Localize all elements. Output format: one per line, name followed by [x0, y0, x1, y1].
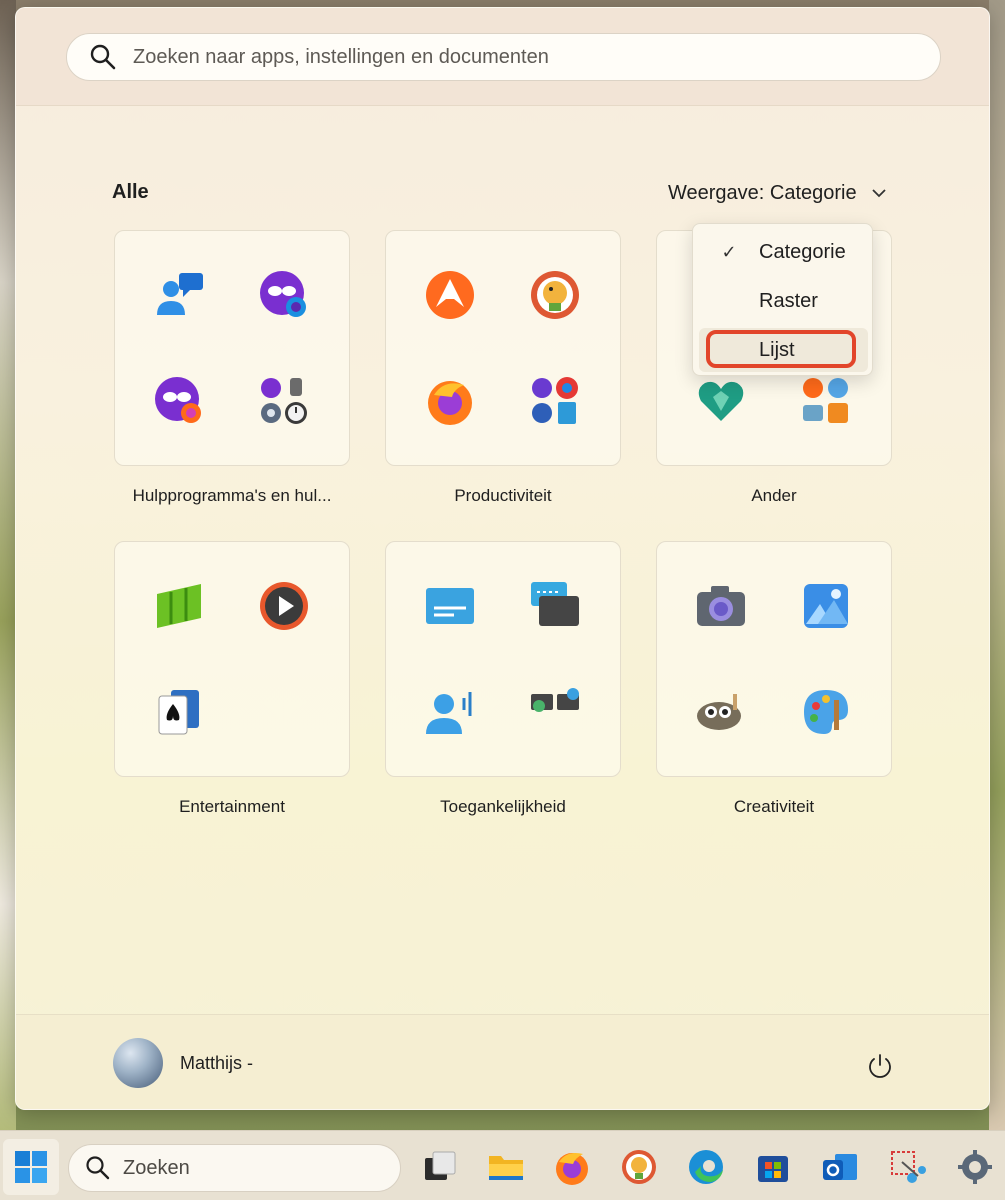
duckduckgo-icon[interactable] — [527, 267, 583, 323]
heart-shield-icon[interactable] — [693, 373, 749, 429]
media-player-icon[interactable] — [256, 578, 312, 634]
category-card[interactable] — [114, 541, 350, 777]
outlook-icon[interactable] — [818, 1145, 862, 1189]
duckduckgo-icon[interactable] — [617, 1145, 661, 1189]
windows-logo-icon — [15, 1151, 47, 1183]
search-icon — [86, 1156, 110, 1180]
taskbar-search[interactable] — [68, 1144, 401, 1192]
start-menu-footer: Matthijs - — [16, 1014, 989, 1109]
category-label: Toegankelijkheid — [440, 797, 566, 816]
avast-icon[interactable] — [422, 267, 478, 323]
menu-item-label: Raster — [759, 289, 818, 312]
taskbar — [0, 1130, 1005, 1200]
category-label: Creativiteit — [733, 797, 815, 816]
category-card[interactable] — [114, 230, 350, 466]
start-button[interactable] — [3, 1139, 59, 1195]
paint-icon[interactable] — [798, 684, 854, 740]
search-input[interactable] — [133, 45, 833, 69]
chat-people-icon[interactable] — [151, 267, 207, 323]
avatar[interactable] — [113, 1038, 163, 1088]
highlight-ring — [706, 330, 856, 368]
voice-access-icon[interactable] — [422, 684, 478, 740]
power-icon[interactable] — [866, 1052, 894, 1080]
category-label: Entertainment — [179, 797, 285, 816]
checkmark-icon: ✓ — [721, 241, 737, 262]
settings-icon[interactable] — [953, 1145, 997, 1189]
view-mode-button[interactable]: Weergave: Categorie — [668, 178, 887, 208]
category-utilities[interactable]: Hulpprogramma's en hul... — [114, 230, 350, 506]
search-box[interactable] — [66, 33, 941, 81]
start-menu: Alle Weergave: Categorie — [15, 7, 990, 1110]
photos-icon[interactable] — [798, 578, 854, 634]
utilities-cluster-icon[interactable] — [798, 373, 854, 429]
menu-item-categorie[interactable]: ✓ Categorie — [699, 230, 868, 274]
category-accessibility[interactable]: Toegankelijkheid — [385, 541, 621, 817]
wallpaper-left — [0, 0, 16, 1130]
chevron-down-icon — [871, 189, 886, 198]
captions-icon[interactable] — [527, 578, 583, 634]
firefox-icon[interactable] — [550, 1145, 594, 1189]
user-name[interactable]: Matthijs - — [180, 1053, 253, 1074]
menu-item-label: Categorie — [759, 240, 846, 263]
section-title: Alle — [112, 181, 149, 203]
file-explorer-icon[interactable] — [484, 1145, 528, 1189]
incognito-mask-icon[interactable] — [256, 267, 312, 323]
edge-icon[interactable] — [684, 1145, 728, 1189]
store-icon[interactable] — [751, 1145, 795, 1189]
magnifier-icon[interactable] — [527, 684, 583, 740]
snipping-tool-icon[interactable] — [885, 1145, 929, 1189]
browsers-cluster-icon[interactable] — [527, 373, 583, 429]
narrator-icon[interactable] — [422, 578, 478, 634]
menu-item-raster[interactable]: Raster — [699, 279, 868, 323]
private-browsing-icon[interactable] — [151, 373, 207, 429]
category-label: Productiviteit — [454, 486, 552, 505]
category-productivity[interactable]: Productiviteit — [385, 230, 621, 506]
firefox-icon[interactable] — [422, 373, 478, 429]
task-view-icon[interactable] — [418, 1145, 462, 1189]
category-label: Hulpprogramma's en hul... — [132, 486, 332, 505]
category-card[interactable] — [656, 541, 892, 777]
search-icon — [90, 44, 116, 70]
category-creativity[interactable]: Creativiteit — [656, 541, 892, 817]
view-mode-menu: ✓ Categorie Raster Lijst — [692, 223, 873, 376]
solitaire-icon[interactable] — [151, 684, 207, 740]
camera-icon[interactable] — [693, 578, 749, 634]
category-card[interactable] — [385, 230, 621, 466]
view-mode-label: Weergave: Categorie — [668, 181, 857, 204]
wallpaper-right — [989, 0, 1005, 1130]
category-card[interactable] — [385, 541, 621, 777]
green-blocks-icon[interactable] — [151, 578, 207, 634]
category-entertainment[interactable]: Entertainment — [114, 541, 350, 817]
gimp-icon[interactable] — [693, 684, 749, 740]
search-area — [16, 8, 989, 106]
category-label: Ander — [751, 486, 797, 505]
tools-cluster-icon[interactable] — [256, 373, 312, 429]
taskbar-search-input[interactable] — [123, 1156, 373, 1180]
